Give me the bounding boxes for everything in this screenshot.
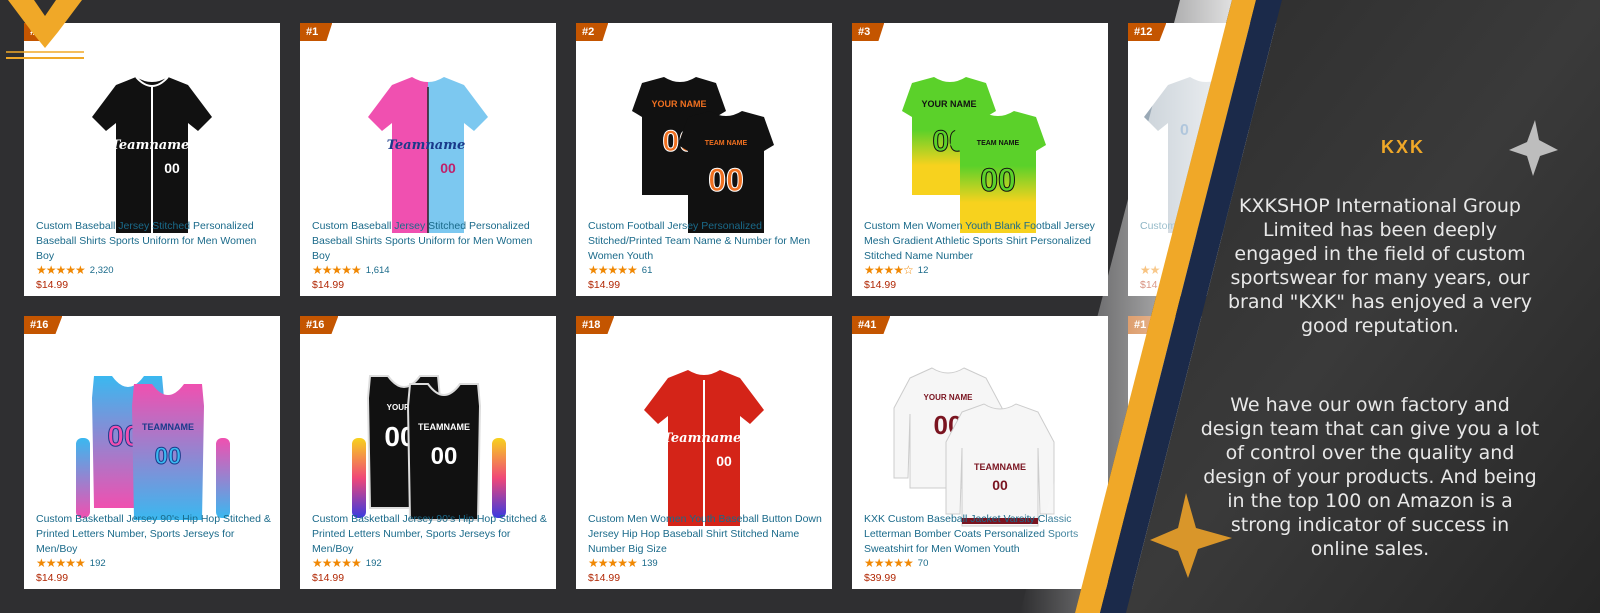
price: $39.99 xyxy=(864,572,897,584)
rank-badge: #16 xyxy=(24,316,63,334)
svg-text:TEAMNAME: TEAMNAME xyxy=(418,422,470,432)
product-title[interactable]: Custom Practi Numb xyxy=(1140,219,1378,234)
rank-badge: #1 xyxy=(300,23,333,41)
product-title[interactable]: Custom Football Jersey Personalized Stit… xyxy=(588,219,826,264)
svg-text:00: 00 xyxy=(992,477,1008,493)
product-title[interactable]: Custom Men Women Youth Baseball Button D… xyxy=(588,512,826,557)
review-count[interactable]: 12 xyxy=(918,265,929,276)
price: $14.99 xyxy=(36,572,69,584)
price: $14.99 xyxy=(588,279,621,291)
product-title[interactable]: Custom Men Women Youth Blank Football Je… xyxy=(864,219,1102,264)
svg-text:0: 0 xyxy=(1180,122,1189,139)
review-count[interactable]: 2,320 xyxy=(90,265,114,276)
product-card[interactable]: #16 00 TEAMNAME 00 Custom Basketball Jer… xyxy=(24,316,280,589)
jersey-image: Teamname 00 xyxy=(644,370,764,526)
product-card[interactable]: #1 Teamname 00 Custom Baseball Jersey St… xyxy=(24,23,280,296)
review-count[interactable]: 139 xyxy=(642,558,658,569)
jersey-image: Teamname 00 xyxy=(92,76,212,233)
product-title[interactable]: Custom Baseball Jersey Stitched Personal… xyxy=(36,219,274,264)
product-card[interactable]: #12 0 Custom Practi Numb ★★ $14 xyxy=(1128,23,1384,296)
jacket-image: YOUR NAME 00 TEAMNAME 00 xyxy=(893,367,1055,527)
star-rating-icon: ★★★★☆ xyxy=(864,263,914,277)
star-rating-icon: ★★★★★ xyxy=(588,263,638,277)
rank-badge: #1 xyxy=(24,23,57,41)
svg-text:00: 00 xyxy=(708,162,744,198)
svg-text:YOUR NAME: YOUR NAME xyxy=(651,99,706,109)
rank-badge: #16 xyxy=(300,316,339,334)
rank-badge: #41 xyxy=(852,316,891,334)
star-rating-icon: ★★ xyxy=(1140,263,1160,277)
rating-row[interactable]: ★★★★★ 139 xyxy=(588,557,658,569)
svg-text:TEAMNAME: TEAMNAME xyxy=(974,462,1026,472)
svg-text:00: 00 xyxy=(440,160,456,176)
rating-row[interactable]: ★★ xyxy=(1140,264,1165,276)
price: $14 xyxy=(1140,279,1158,291)
jersey-image: 0 xyxy=(1144,77,1266,233)
rating-row[interactable]: ★★★★★ 192 xyxy=(312,557,382,569)
svg-text:TEAMNAME: TEAMNAME xyxy=(142,422,194,432)
product-card[interactable]: #16 YOURNA 00 TEAMNAME 00 Custom Basketb… xyxy=(300,316,556,589)
rating-row[interactable]: ★★★★★ 61 xyxy=(588,264,652,276)
product-title[interactable]: Custom Basketball Jersey 90's Hip Hop St… xyxy=(36,512,274,557)
product-card[interactable]: #41 YOUR NAME 00 TEAMNAME 00 KXK Custom … xyxy=(852,316,1108,589)
svg-text:YOUR NAME: YOUR NAME xyxy=(921,99,976,109)
rank-badge: #3 xyxy=(852,23,885,41)
product-card[interactable]: #3 YOUR NAME 00 TEAM NAME 00 Custom Men … xyxy=(852,23,1108,296)
star-rating-icon: ★★★★★ xyxy=(36,263,86,277)
svg-text:Teamname: Teamname xyxy=(387,138,466,153)
review-count[interactable]: 192 xyxy=(366,558,382,569)
rating-row[interactable]: ★★★★★ 2,320 xyxy=(36,264,114,276)
svg-text:00: 00 xyxy=(164,160,180,176)
rank-badge: #12 xyxy=(1128,23,1167,41)
jersey-image: 00 TEAMNAME 00 xyxy=(76,376,230,520)
product-title[interactable]: Custom Basketball Jersey 90's Hip Hop St… xyxy=(312,512,550,557)
svg-text:00: 00 xyxy=(716,453,732,469)
jersey-image: Teamname 00 xyxy=(368,77,488,233)
svg-text:TEAM NAME: TEAM NAME xyxy=(705,140,748,147)
jersey-image: YOURNA 00 TEAMNAME 00 xyxy=(352,375,506,521)
star-rating-icon: ★★★★★ xyxy=(312,556,362,570)
rating-row[interactable]: ★★★★★ 192 xyxy=(36,557,106,569)
product-title[interactable]: Custom Baseball Jersey Stitched Personal… xyxy=(312,219,550,264)
price: $14.99 xyxy=(36,279,69,291)
product-card[interactable]: #1 Teamname 00 Custom Baseball Jersey St… xyxy=(300,23,556,296)
svg-text:TEAM NAME: TEAM NAME xyxy=(977,140,1020,147)
product-card[interactable]: #18 Teamname 00 Custom Men Women Youth B… xyxy=(576,316,832,589)
svg-text:00: 00 xyxy=(980,162,1016,198)
product-card[interactable]: #1 xyxy=(1128,316,1384,589)
star-rating-icon: ★★★★★ xyxy=(588,556,638,570)
product-card[interactable]: #2 YOUR NAME 00 TEAM NAME 00 Custom Foot… xyxy=(576,23,832,296)
jersey-image: YOUR NAME 00 TEAM NAME 00 xyxy=(632,77,774,233)
rating-row[interactable]: ★★★★★ 1,614 xyxy=(312,264,390,276)
product-title[interactable]: KXK Custom Baseball Jacket Varsity Class… xyxy=(864,512,1102,557)
review-count[interactable]: 1,614 xyxy=(366,265,390,276)
rating-row[interactable]: ★★★★★ 70 xyxy=(864,557,928,569)
svg-text:Teamname: Teamname xyxy=(663,431,742,446)
rank-badge: #1 xyxy=(1128,316,1161,334)
svg-text:00: 00 xyxy=(431,443,458,470)
rank-badge: #18 xyxy=(576,316,615,334)
jersey-image: YOUR NAME 00 TEAM NAME 00 xyxy=(902,77,1046,233)
price: $14.99 xyxy=(588,572,621,584)
price: $14.99 xyxy=(864,279,897,291)
review-count[interactable]: 61 xyxy=(642,265,653,276)
review-count[interactable]: 70 xyxy=(918,558,929,569)
svg-text:00: 00 xyxy=(155,443,182,470)
svg-text:Teamname: Teamname xyxy=(111,138,190,153)
star-rating-icon: ★★★★★ xyxy=(864,556,914,570)
price: $14.99 xyxy=(312,279,345,291)
price: $14.99 xyxy=(312,572,345,584)
review-count[interactable]: 192 xyxy=(90,558,106,569)
svg-text:YOUR NAME: YOUR NAME xyxy=(924,393,974,402)
rank-badge: #2 xyxy=(576,23,609,41)
star-rating-icon: ★★★★★ xyxy=(36,556,86,570)
star-rating-icon: ★★★★★ xyxy=(312,263,362,277)
product-grid: #1 Teamname 00 Custom Baseball Jersey St… xyxy=(0,0,1600,613)
rating-row[interactable]: ★★★★☆ 12 xyxy=(864,264,928,276)
